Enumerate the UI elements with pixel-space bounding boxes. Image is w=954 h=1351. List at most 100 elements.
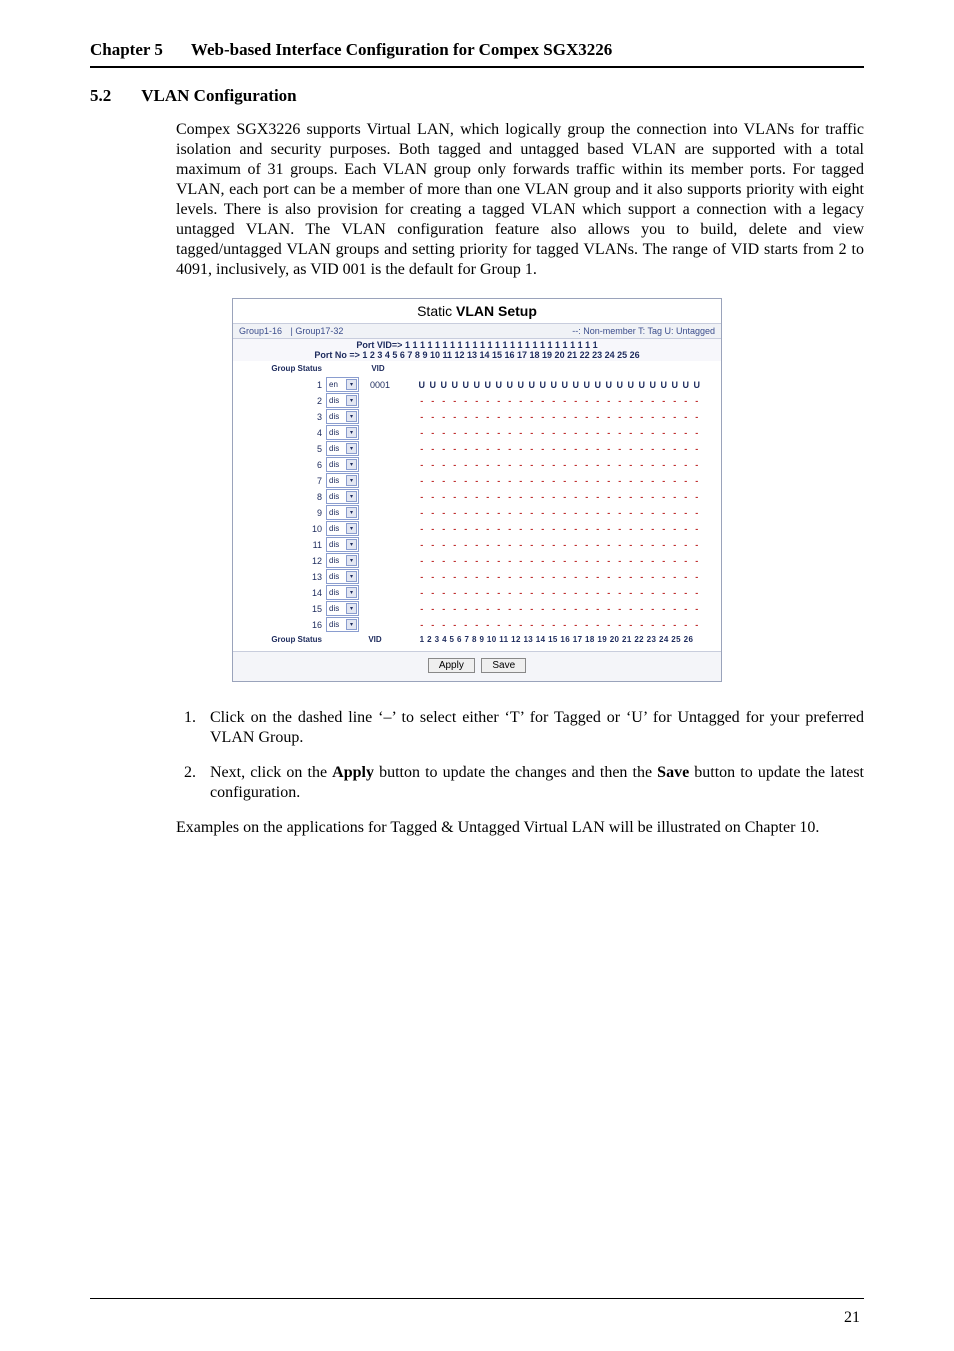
port-cell[interactable]: - [570,588,581,598]
port-cell[interactable]: - [515,620,526,630]
port-cell[interactable]: - [570,604,581,614]
port-cell[interactable]: - [680,604,691,614]
port-cell[interactable]: - [460,492,471,502]
port-cell[interactable]: - [427,476,438,486]
port-cell[interactable]: - [471,460,482,470]
port-cell[interactable]: - [614,460,625,470]
port-cell[interactable]: - [493,604,504,614]
status-select[interactable]: dis▾ [326,553,359,568]
port-cell[interactable]: - [526,492,537,502]
port-cell[interactable]: - [636,476,647,486]
port-cell[interactable]: U [592,380,603,390]
port-cell[interactable]: - [482,540,493,550]
port-cell[interactable]: - [647,556,658,566]
port-cell[interactable]: - [548,604,559,614]
port-cell[interactable]: - [526,508,537,518]
port-cell[interactable]: - [438,460,449,470]
port-cell[interactable]: - [669,460,680,470]
port-cell[interactable]: - [427,508,438,518]
port-cell[interactable]: - [614,412,625,422]
port-cell[interactable]: U [669,380,680,390]
port-cell[interactable]: - [614,620,625,630]
port-cell[interactable]: U [548,380,559,390]
status-select[interactable]: dis▾ [326,521,359,536]
port-cell[interactable]: - [416,572,427,582]
port-cell[interactable]: - [570,460,581,470]
port-cell[interactable]: - [537,508,548,518]
port-cell[interactable]: - [438,620,449,630]
port-cell[interactable]: - [658,572,669,582]
status-select[interactable]: dis▾ [326,601,359,616]
port-cell[interactable]: - [603,396,614,406]
port-cell[interactable]: - [592,556,603,566]
port-cell[interactable]: U [449,380,460,390]
port-cell[interactable]: - [416,540,427,550]
port-cell[interactable]: - [482,588,493,598]
port-cell[interactable]: - [482,396,493,406]
port-cell[interactable]: - [460,588,471,598]
port-cell[interactable]: U [427,380,438,390]
port-cell[interactable]: - [537,396,548,406]
port-cell[interactable]: - [614,540,625,550]
tab-group1-16[interactable]: Group1-16 [239,326,282,336]
port-cell[interactable]: U [647,380,658,390]
port-cell[interactable]: - [680,412,691,422]
port-cell[interactable]: - [647,492,658,502]
port-cell[interactable]: - [427,460,438,470]
status-select[interactable]: dis▾ [326,425,359,440]
port-cell[interactable]: - [592,588,603,598]
port-cell[interactable]: - [669,396,680,406]
port-cell[interactable]: - [592,460,603,470]
port-cell[interactable]: - [493,476,504,486]
port-cell[interactable]: - [460,620,471,630]
port-cell[interactable]: - [427,524,438,534]
port-cell[interactable]: - [438,492,449,502]
port-cell[interactable]: - [471,492,482,502]
port-cell[interactable]: - [680,428,691,438]
port-cell[interactable]: - [526,540,537,550]
port-cell[interactable]: - [636,588,647,598]
port-cell[interactable]: - [625,508,636,518]
port-cell[interactable]: - [493,620,504,630]
port-cell[interactable]: - [438,524,449,534]
port-cell[interactable]: - [493,396,504,406]
port-cell[interactable]: - [658,540,669,550]
port-cell[interactable]: - [504,556,515,566]
port-cell[interactable]: - [636,460,647,470]
port-cell[interactable]: - [581,476,592,486]
port-cell[interactable]: - [680,444,691,454]
port-cell[interactable]: U [504,380,515,390]
port-cell[interactable]: - [548,620,559,630]
port-cell[interactable]: - [559,460,570,470]
port-cell[interactable]: - [570,396,581,406]
port-cell[interactable]: - [570,524,581,534]
port-cell[interactable]: - [647,412,658,422]
port-cell[interactable]: - [449,508,460,518]
port-cell[interactable]: - [570,620,581,630]
port-cell[interactable]: - [471,428,482,438]
port-cell[interactable]: - [460,572,471,582]
port-cell[interactable]: - [603,620,614,630]
port-cell[interactable]: - [581,540,592,550]
port-cell[interactable]: - [592,444,603,454]
port-cell[interactable]: - [548,396,559,406]
port-cell[interactable]: - [603,508,614,518]
port-cell[interactable]: - [625,396,636,406]
port-cell[interactable]: - [680,556,691,566]
port-cell[interactable]: - [625,588,636,598]
port-cell[interactable]: - [515,460,526,470]
port-cell[interactable]: - [548,588,559,598]
port-cell[interactable]: - [548,524,559,534]
port-cell[interactable]: - [460,604,471,614]
port-cell[interactable]: - [691,444,702,454]
port-cell[interactable]: - [427,572,438,582]
port-cell[interactable]: - [691,540,702,550]
port-cell[interactable]: U [581,380,592,390]
port-cell[interactable]: - [614,492,625,502]
port-cell[interactable]: - [603,540,614,550]
port-cell[interactable]: - [691,620,702,630]
port-cell[interactable]: - [669,556,680,566]
port-cell[interactable]: - [427,556,438,566]
port-cell[interactable]: - [559,540,570,550]
status-select[interactable]: dis▾ [326,409,359,424]
